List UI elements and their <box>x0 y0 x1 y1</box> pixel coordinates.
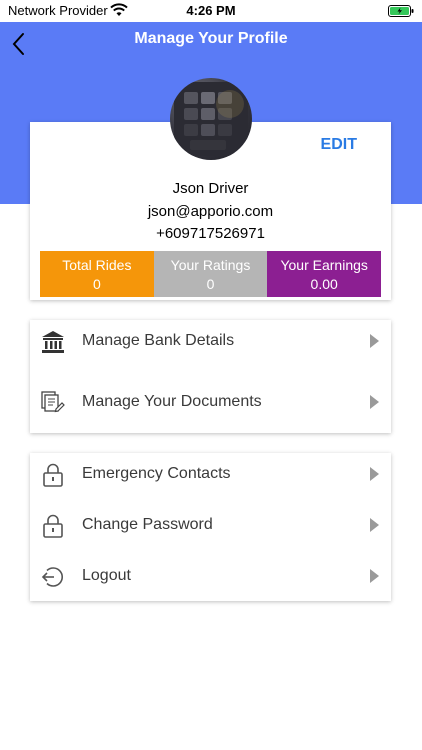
menu-label: Change Password <box>82 516 213 533</box>
driver-email: json@apporio.com <box>147 203 274 220</box>
stat-value: 0.00 <box>310 275 338 292</box>
menu-item-logout[interactable]: Logout <box>30 556 391 596</box>
stat-value: 0 <box>206 275 215 292</box>
chevron-right-icon <box>370 467 379 481</box>
chevron-right-icon <box>370 334 379 348</box>
stat-value: 0 <box>92 275 101 292</box>
driver-phone: +609717526971 <box>156 225 265 242</box>
menu-item-emergency-contacts[interactable]: Emergency Contacts <box>30 454 391 494</box>
chevron-right-icon <box>370 569 379 583</box>
stat-label: Total Rides <box>62 256 132 273</box>
edit-button[interactable]: EDIT <box>321 136 357 154</box>
stat-label: Your Ratings <box>170 256 251 273</box>
menu-label: Logout <box>82 567 131 584</box>
menu-label: Manage Your Documents <box>82 393 262 410</box>
documents-icon <box>41 391 65 413</box>
lock-icon <box>43 463 63 487</box>
menu-label: Emergency Contacts <box>82 465 231 482</box>
avatar[interactable] <box>170 78 252 160</box>
menu-card-security: Emergency Contacts Change Password Logou… <box>30 453 391 601</box>
avatar-photo <box>174 82 248 156</box>
menu-item-documents[interactable]: Manage Your Documents <box>30 382 391 422</box>
lock-icon <box>43 514 63 538</box>
status-bar: Network Provider 4:26 PM <box>0 0 422 22</box>
chevron-right-icon <box>370 518 379 532</box>
chevron-right-icon <box>370 395 379 409</box>
menu-label: Manage Bank Details <box>82 332 235 349</box>
stats-bar: Total Rides 0 Your Ratings 0 Your Earnin… <box>40 251 382 297</box>
menu-card-account: Manage Bank Details Manage Your Document… <box>30 320 391 433</box>
clock: 4:26 PM <box>186 3 236 18</box>
battery-icon <box>388 5 414 17</box>
stat-label: Your Earnings <box>280 256 368 273</box>
logout-icon <box>41 567 63 587</box>
menu-item-bank-details[interactable]: Manage Bank Details <box>30 321 391 361</box>
stat-your-earnings[interactable]: Your Earnings 0.00 <box>267 251 382 297</box>
stat-your-ratings[interactable]: Your Ratings 0 <box>153 251 268 297</box>
menu-item-change-password[interactable]: Change Password <box>30 505 391 545</box>
driver-name: Json Driver <box>172 180 249 197</box>
bank-icon <box>42 331 64 353</box>
page-title: Manage Your Profile <box>134 30 288 47</box>
stat-total-rides[interactable]: Total Rides 0 <box>40 251 154 297</box>
